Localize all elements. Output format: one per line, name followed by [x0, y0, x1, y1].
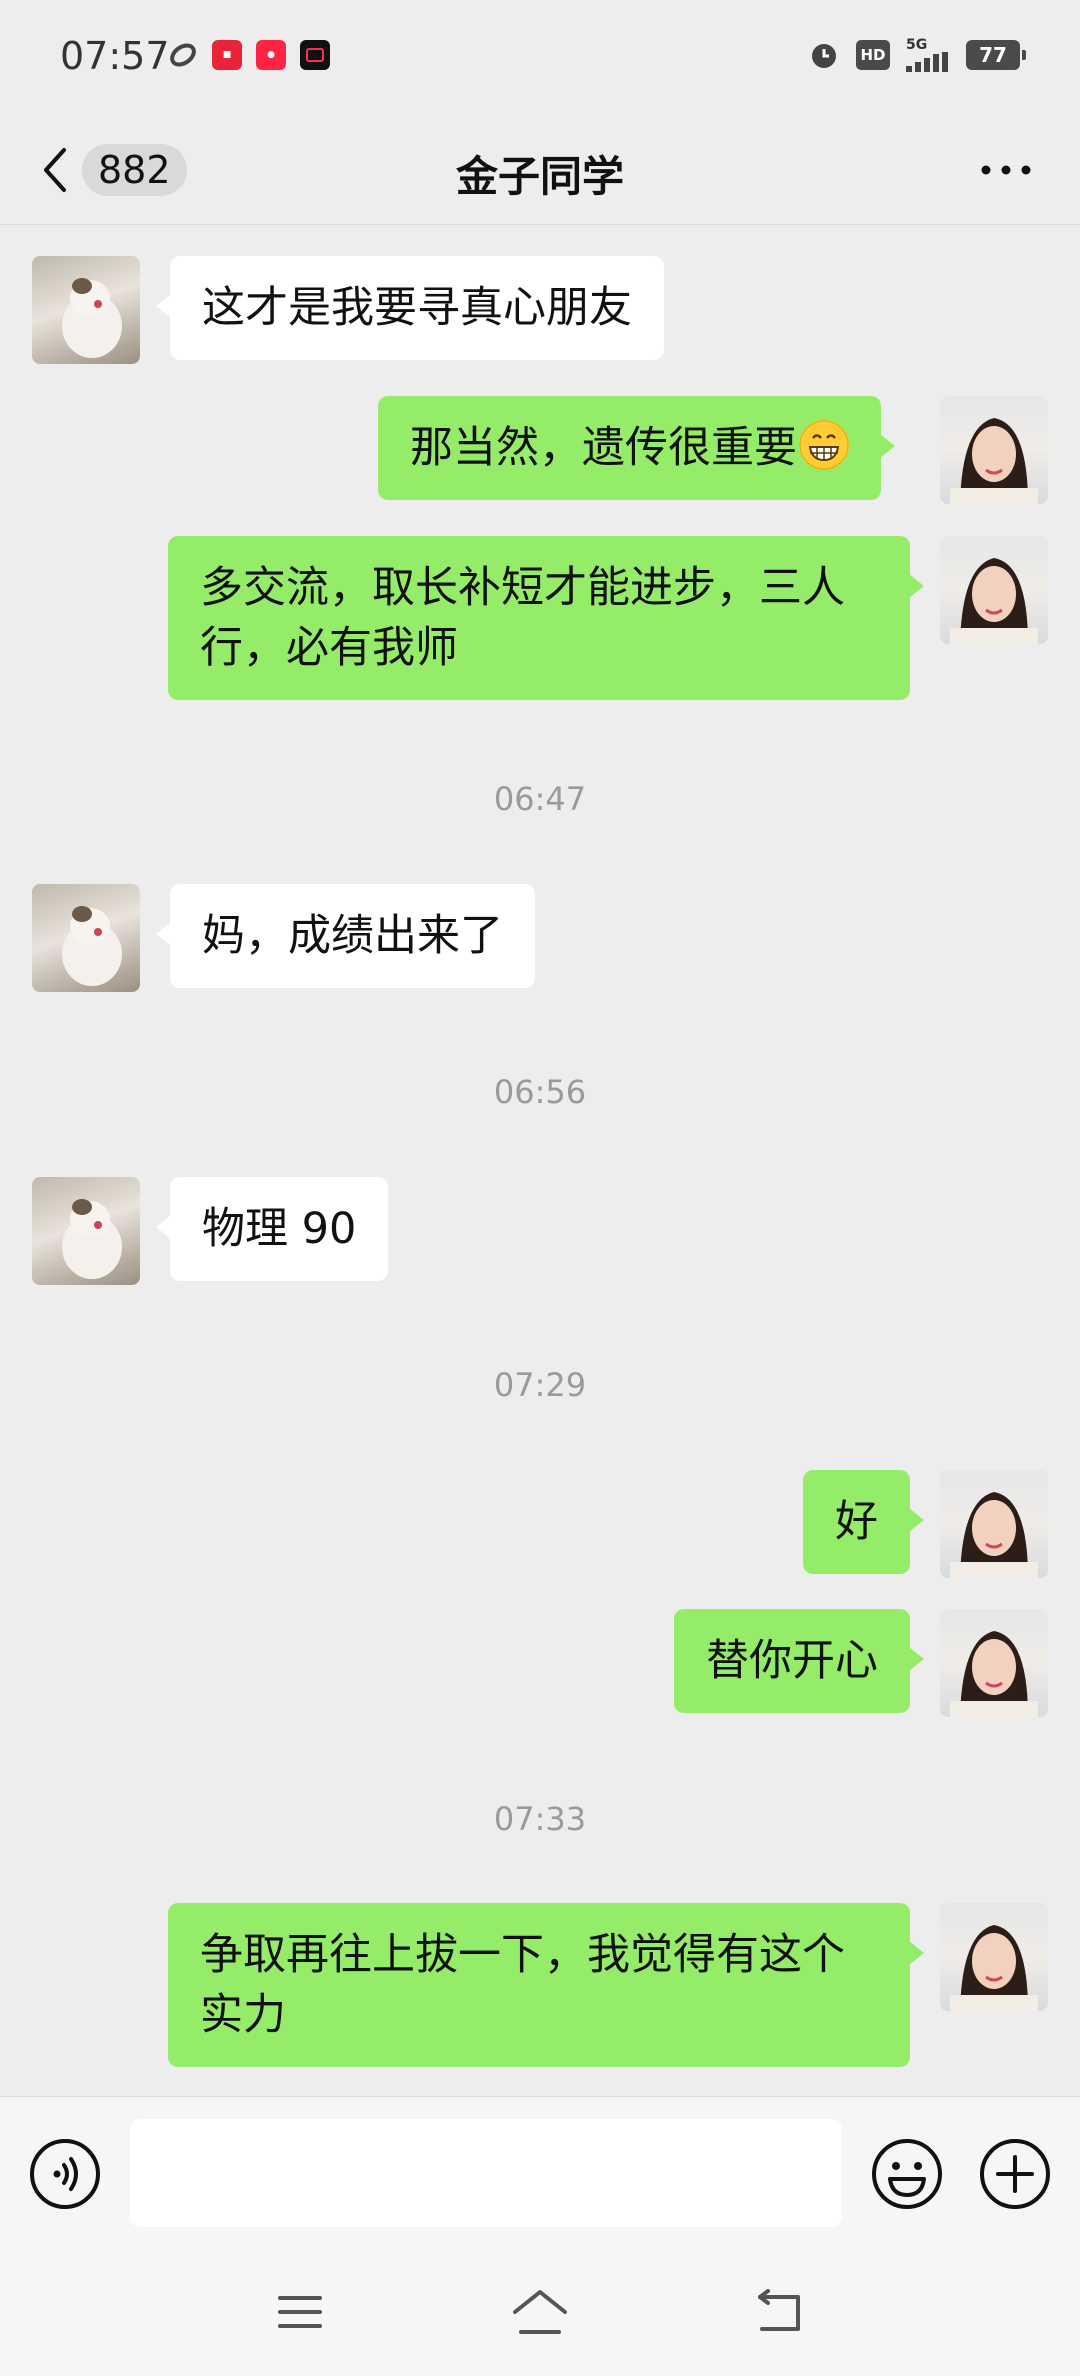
timestamp: 07:33 [493, 1800, 587, 1838]
contact-avatar[interactable] [32, 1177, 140, 1285]
message-bubble-sent[interactable]: 那当然，遗传很重要 [378, 396, 895, 500]
back-nav-icon [758, 2289, 800, 2331]
emoji-button[interactable] [870, 2137, 944, 2211]
message-bubble-received[interactable]: 妈，成绩出来了 [156, 884, 535, 988]
message-list[interactable]: 这才是我要寻真心朋友 那当然，遗传很重要 多交流，取长补短才能进步，三人行，必有… [0, 226, 1080, 2096]
message-bubble-sent[interactable]: 争取再往上拔一下，我觉得有这个实力 [168, 1903, 924, 2067]
voice-button[interactable] [28, 2137, 102, 2211]
back-nav-button[interactable] [750, 2284, 810, 2340]
app-icon-3: ● [256, 40, 286, 70]
home-nav-button[interactable] [510, 2284, 570, 2340]
contact-avatar[interactable] [32, 256, 140, 364]
plus-icon [980, 2139, 1050, 2209]
battery-icon: 77 [966, 40, 1026, 70]
my-avatar[interactable] [940, 1903, 1048, 2011]
voice-icon [30, 2139, 100, 2209]
timestamp: 07:29 [493, 1366, 587, 1404]
input-bar [0, 2096, 1080, 2246]
message-text: 那当然，遗传很重要 [410, 423, 797, 473]
smiley-icon [872, 2139, 942, 2209]
menu-nav-button[interactable] [270, 2284, 330, 2340]
home-icon [513, 2290, 567, 2334]
more-button[interactable] [976, 145, 1036, 195]
page-title: 金子同学 [455, 152, 624, 201]
chat-header: 882 金子同学 [0, 115, 1080, 225]
my-avatar[interactable] [940, 1470, 1048, 1578]
message-bubble-received[interactable]: 这才是我要寻真心朋友 [156, 256, 664, 360]
signal-icon: 5G [906, 38, 950, 72]
hd-icon: HD [856, 40, 890, 70]
more-icon [981, 165, 1031, 175]
status-bar: 07:57 ■ ● HD 5G 77 [0, 0, 1080, 115]
status-time: 07:57 [60, 34, 170, 78]
system-nav-bar [0, 2246, 1080, 2376]
status-system-icons: HD 5G 77 [808, 38, 1026, 72]
status-app-icons: ■ ● [168, 40, 330, 70]
my-avatar[interactable] [940, 396, 1048, 504]
message-input[interactable] [130, 2119, 842, 2227]
app-icon-2: ■ [212, 40, 242, 70]
timestamp: 06:56 [493, 1073, 587, 1111]
my-avatar[interactable] [940, 1609, 1048, 1717]
grin-emoji-icon [799, 420, 849, 470]
alarm-icon [812, 44, 836, 68]
app-icon-1 [170, 43, 196, 67]
message-bubble-received[interactable]: 物理 90 [155, 1177, 389, 1281]
contact-avatar[interactable] [32, 884, 140, 992]
more-functions-button[interactable] [978, 2137, 1052, 2211]
app-icon-4 [300, 40, 330, 70]
menu-icon [278, 2296, 322, 2328]
my-avatar[interactable] [940, 536, 1048, 644]
message-bubble-sent[interactable]: 替你开心 [674, 1609, 924, 1713]
timestamp: 06:47 [493, 780, 587, 818]
message-bubble-sent[interactable]: 好 [803, 1470, 924, 1574]
message-bubble-sent[interactable]: 多交流，取长补短才能进步，三人行，必有我师 [168, 536, 924, 700]
